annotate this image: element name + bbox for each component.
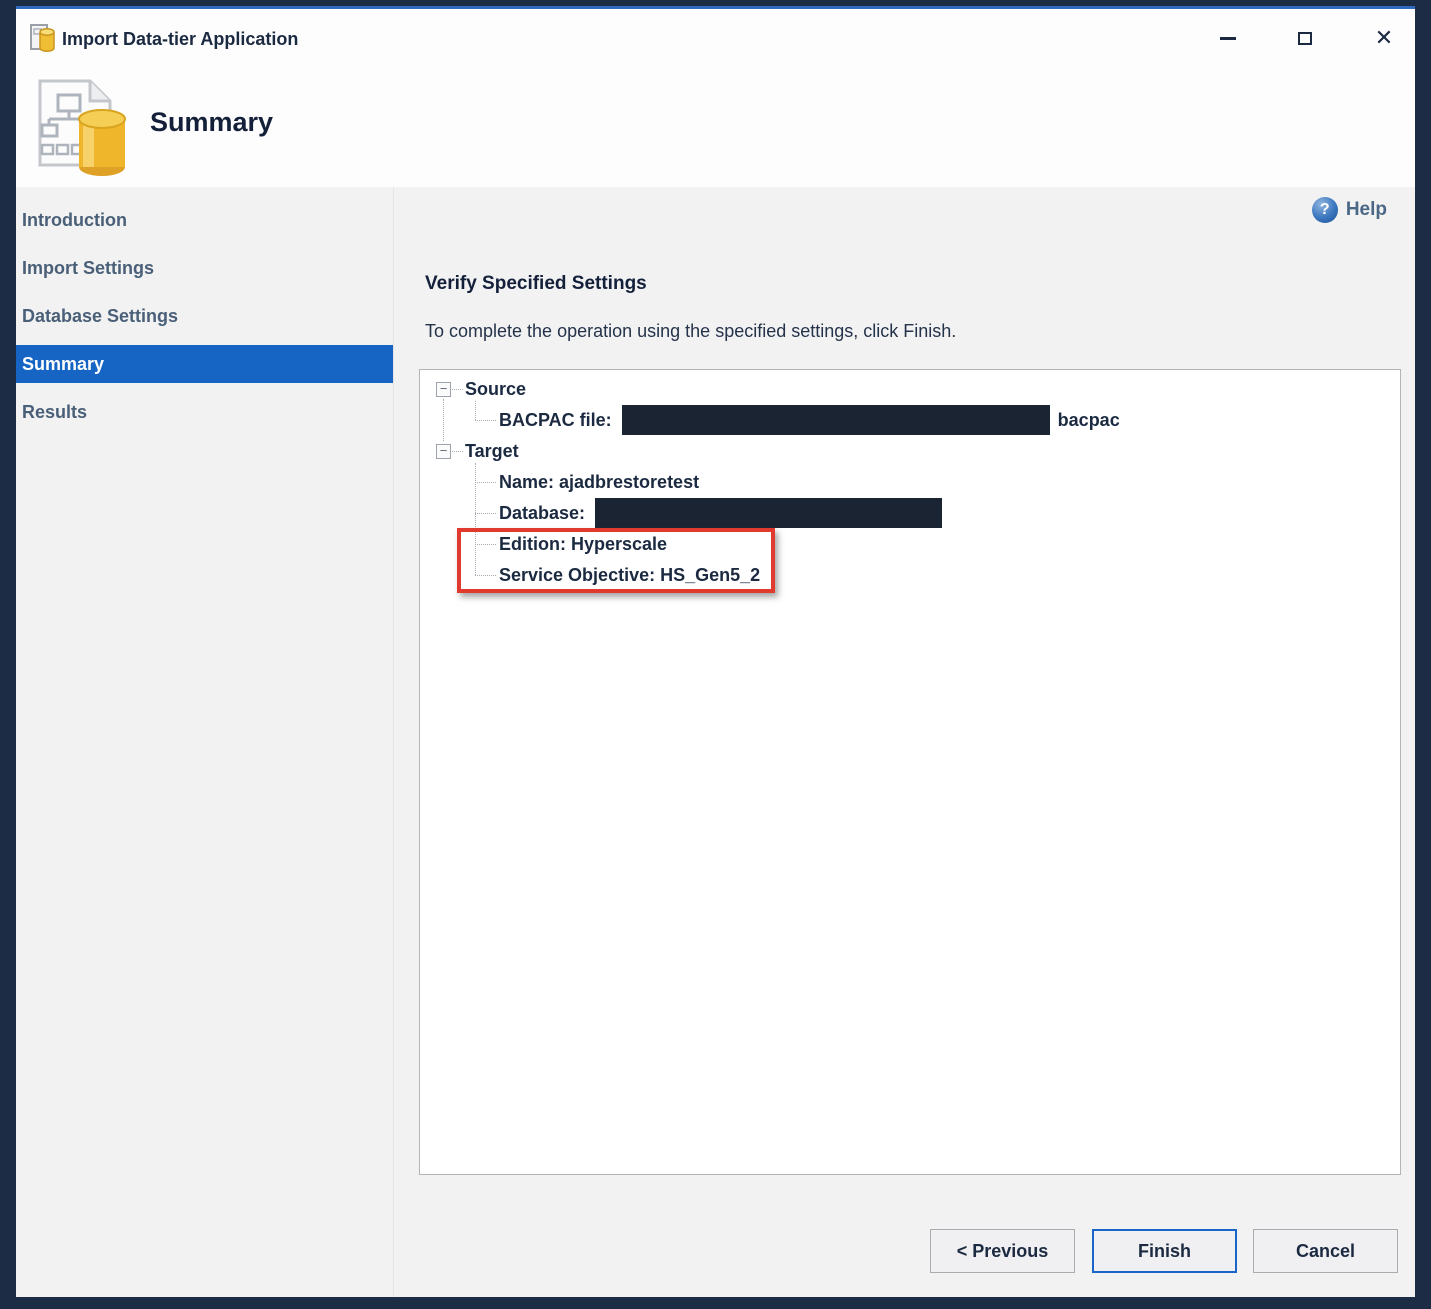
tree-guide-line: [475, 463, 476, 575]
verify-settings-heading: Verify Specified Settings: [425, 273, 647, 295]
sidebar-item-import-settings[interactable]: Import Settings: [16, 249, 393, 287]
summary-page-icon: [32, 75, 128, 181]
close-button[interactable]: ✕: [1362, 16, 1406, 60]
minimize-button[interactable]: [1206, 16, 1250, 60]
tree-guide-line: [475, 513, 496, 514]
title-bar: Import Data-tier Application ✕: [16, 9, 1415, 69]
tree-guide-line: [475, 420, 496, 421]
tree-guide-line: [443, 399, 444, 441]
sidebar-item-summary[interactable]: Summary: [16, 345, 393, 383]
tree-node-name[interactable]: Name: ajadbrestoretest: [499, 469, 699, 495]
wizard-content: Introduction Import Settings Database Se…: [16, 187, 1415, 1297]
sidebar-item-database-settings[interactable]: Database Settings: [16, 297, 393, 335]
instruction-text: To complete the operation using the spec…: [425, 321, 956, 342]
database-label: Database:: [499, 503, 585, 524]
target-name-label: Name: ajadbrestoretest: [499, 472, 699, 493]
bacpac-file-suffix: bacpac: [1058, 410, 1120, 431]
data-tier-application-icon: [29, 23, 57, 53]
tree-node-edition[interactable]: Edition: Hyperscale: [499, 531, 667, 557]
window-title: Import Data-tier Application: [62, 9, 298, 69]
sidebar-item-introduction[interactable]: Introduction: [16, 201, 393, 239]
summary-panel: ? Help Verify Specified Settings To comp…: [393, 187, 1415, 1297]
tree-node-target[interactable]: − Target: [436, 438, 519, 464]
edition-label: Edition: Hyperscale: [499, 534, 667, 555]
source-node-label: Source: [465, 379, 526, 400]
target-node-label: Target: [465, 441, 519, 462]
minimize-icon: [1220, 37, 1236, 40]
finish-button[interactable]: Finish: [1092, 1229, 1237, 1273]
settings-tree: − Source BACPAC file: bacpac − Target: [420, 370, 1400, 1174]
tree-guide-line: [475, 544, 496, 545]
tree-guide-line: [475, 575, 496, 576]
tree-guide-line: [475, 482, 496, 483]
previous-button[interactable]: < Previous: [930, 1229, 1075, 1273]
bacpac-file-label: BACPAC file:: [499, 410, 612, 431]
page-title: Summary: [150, 107, 273, 138]
tree-node-bacpac-file[interactable]: BACPAC file: bacpac: [499, 407, 1120, 433]
wizard-steps-sidebar: Introduction Import Settings Database Se…: [16, 187, 393, 1297]
help-link[interactable]: ? Help: [1312, 197, 1387, 223]
settings-summary-box: − Source BACPAC file: bacpac − Target: [419, 369, 1401, 1175]
help-icon: ?: [1312, 197, 1338, 223]
cancel-button[interactable]: Cancel: [1253, 1229, 1398, 1273]
tree-node-source[interactable]: − Source: [436, 376, 526, 402]
redaction-bar: [622, 405, 1050, 435]
sidebar-item-results[interactable]: Results: [16, 393, 393, 431]
tree-node-database[interactable]: Database:: [499, 500, 950, 526]
tree-node-service-objective[interactable]: Service Objective: HS_Gen5_2: [499, 562, 760, 588]
tree-guide-line: [475, 401, 476, 420]
collapse-expander-icon[interactable]: −: [436, 382, 451, 397]
collapse-expander-icon[interactable]: −: [436, 444, 451, 459]
close-icon: ✕: [1375, 25, 1393, 51]
help-label: Help: [1346, 199, 1387, 221]
wizard-header: Summary: [16, 69, 1415, 187]
service-objective-label: Service Objective: HS_Gen5_2: [499, 565, 760, 586]
wizard-window: Import Data-tier Application ✕ Summary I…: [16, 6, 1415, 1294]
maximize-icon: [1298, 32, 1312, 45]
maximize-button[interactable]: [1283, 16, 1327, 60]
redaction-bar: [595, 498, 942, 528]
